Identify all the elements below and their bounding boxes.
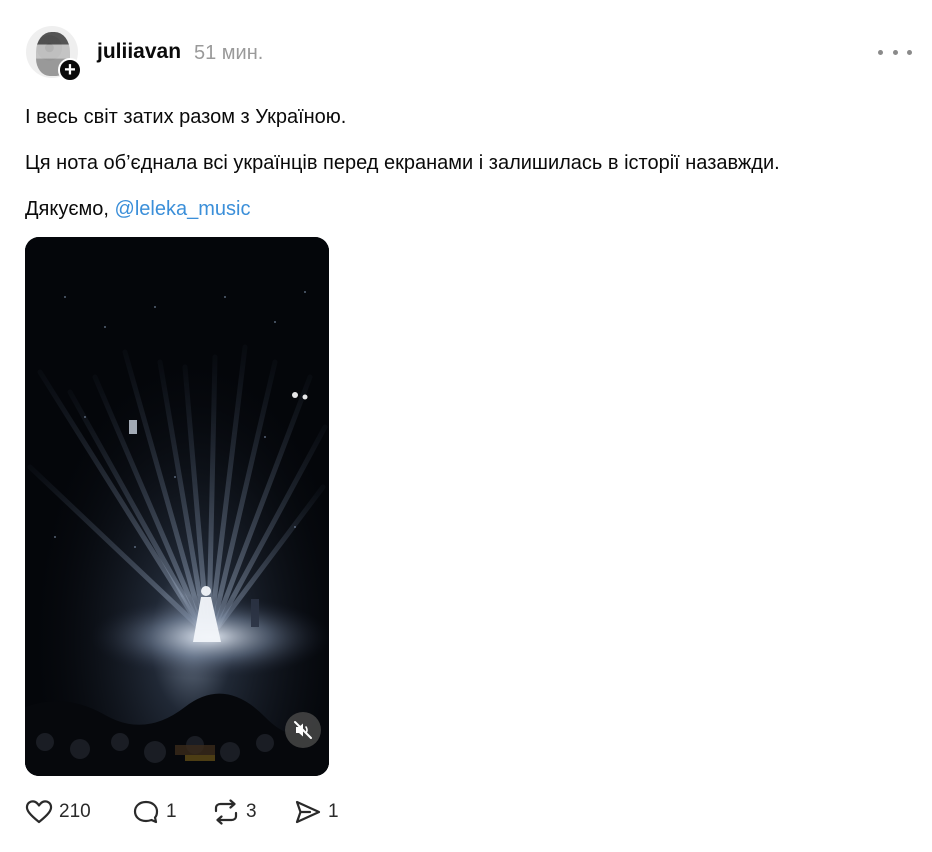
mute-toggle-button[interactable]	[285, 712, 321, 748]
share-button[interactable]: 1	[294, 797, 339, 827]
post-text-line: Ця нота об’єднала всі українців перед ек…	[25, 152, 780, 174]
video-player[interactable]	[25, 237, 329, 776]
like-count: 210	[59, 801, 91, 822]
muted-speaker-icon	[294, 721, 312, 739]
post-text-thanks: Дякуємо, @leleka_music	[25, 198, 250, 221]
more-dots-icon	[907, 49, 912, 55]
username[interactable]: juliiavan	[97, 40, 181, 64]
post-timestamp: 51 мин.	[194, 42, 264, 64]
more-options-button[interactable]	[878, 40, 912, 64]
reply-count: 1	[166, 801, 177, 822]
thread-post: + juliiavan 51 мин. І весь світ затих ра…	[0, 0, 932, 852]
speech-bubble-icon	[133, 800, 159, 824]
heart-icon	[25, 800, 53, 824]
follow-plus-icon[interactable]: +	[58, 58, 82, 82]
like-button[interactable]: 210	[25, 797, 91, 827]
repost-button[interactable]: 3	[212, 797, 257, 827]
thanks-text: Дякуємо,	[25, 198, 115, 220]
send-icon	[295, 800, 321, 824]
mention-link[interactable]: @leleka_music	[115, 198, 251, 220]
more-dots-icon	[878, 49, 883, 55]
post-text-line: І весь світ затих разом з Україною.	[25, 106, 347, 128]
share-count: 1	[328, 801, 339, 822]
repost-icon	[214, 799, 238, 825]
concert-stage-video-frame	[25, 237, 329, 776]
repost-count: 3	[246, 801, 257, 822]
reply-button[interactable]: 1	[132, 797, 177, 827]
more-dots-icon	[892, 49, 898, 55]
